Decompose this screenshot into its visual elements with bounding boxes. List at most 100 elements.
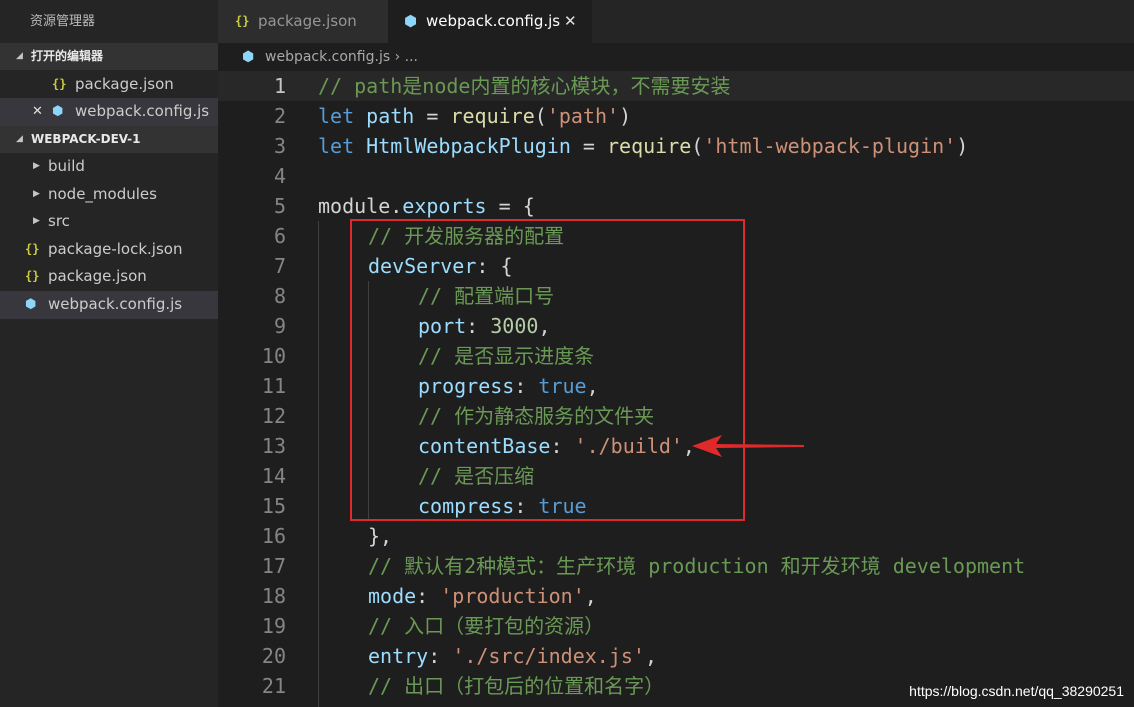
tree-item-package-lock-json[interactable]: {} package-lock.json xyxy=(0,236,218,264)
line-number: 2 xyxy=(273,104,286,128)
line-number: 7 xyxy=(273,254,286,278)
breadcrumb: ⬢ webpack.config.js › ... xyxy=(218,43,1134,71)
line-number: 17 xyxy=(261,554,286,578)
code-token: , xyxy=(584,584,597,608)
code-token: module. xyxy=(318,194,403,218)
chevron-down-icon: ◢ xyxy=(16,51,23,61)
code-token: let xyxy=(318,104,355,128)
tab-label: package.json xyxy=(258,12,357,30)
breadcrumb-path[interactable]: webpack.config.js › ... xyxy=(265,43,418,71)
code-text: }, xyxy=(368,521,392,551)
code-line[interactable]: 16}, xyxy=(218,521,1134,551)
code-token: path xyxy=(366,104,415,128)
code-text: // 入口（要打包的资源） xyxy=(368,611,604,641)
open-editor-package-json[interactable]: {} package.json xyxy=(0,71,218,99)
code-line[interactable]: 5 module.exports = { xyxy=(218,191,1134,221)
line-number: 1 xyxy=(273,74,286,98)
explorer-sidebar: 资源管理器 ◢ 打开的编辑器 {} package.json ✕ ⬢ webpa… xyxy=(0,0,218,707)
tab-bar: {} package.json ⬢ webpack.config.js ✕ xyxy=(218,0,1134,43)
code-token: 'path' xyxy=(546,104,620,128)
code-text: // 出口（打包后的位置和名字） xyxy=(368,671,664,701)
code-text: let path = require('path') xyxy=(318,101,631,131)
tab-webpack-config[interactable]: ⬢ webpack.config.js ✕ xyxy=(388,0,592,43)
code-token: = xyxy=(570,134,607,158)
tree-item-label: build xyxy=(48,157,85,175)
code-text: // path是node内置的核心模块，不需要安装 xyxy=(318,71,730,101)
line-number: 13 xyxy=(261,434,286,458)
code-token: let xyxy=(318,134,355,158)
close-icon[interactable]: ✕ xyxy=(32,98,43,126)
tree-item-label: package.json xyxy=(48,267,147,285)
code-line[interactable]: 1 // path是node内置的核心模块，不需要安装 xyxy=(218,71,1134,101)
open-editors-label: 打开的编辑器 xyxy=(31,49,104,63)
code-token: , xyxy=(644,644,658,668)
code-line[interactable]: 18 mode: 'production', xyxy=(218,581,1134,611)
line-number: 4 xyxy=(273,164,286,188)
tree-item-label: src xyxy=(48,212,70,230)
tree-item-node-modules[interactable]: ▶ node_modules xyxy=(0,181,218,209)
code-token: ) xyxy=(619,104,632,128)
code-text: module.exports = { xyxy=(318,191,535,221)
code-token: 'production' xyxy=(440,584,585,608)
webpack-file-icon: ⬢ xyxy=(52,104,64,119)
line-number: 18 xyxy=(261,584,286,608)
open-editor-webpack-config[interactable]: ✕ ⬢ webpack.config.js xyxy=(0,98,218,126)
code-line[interactable]: 20 entry: './src/index.js', xyxy=(218,641,1134,671)
code-token: ) xyxy=(956,134,969,158)
line-number: 10 xyxy=(261,344,286,368)
arrow-annotation xyxy=(692,435,804,457)
line-number: 3 xyxy=(273,134,286,158)
code-token: entry xyxy=(368,644,429,668)
code-token: = xyxy=(414,104,451,128)
chevron-right-icon: ▶ xyxy=(33,189,40,199)
line-number: 5 xyxy=(273,194,286,218)
line-number: 20 xyxy=(261,644,286,668)
tree-item-label: webpack.config.js xyxy=(48,295,183,313)
line-number: 9 xyxy=(273,314,286,338)
code-editor[interactable]: 1 // path是node内置的核心模块，不需要安装 2 let path = re… xyxy=(218,71,1134,707)
line-number: 19 xyxy=(261,614,286,638)
tree-item-build[interactable]: ▶ build xyxy=(0,153,218,181)
project-name: WEBPACK-DEV-1 xyxy=(31,132,141,146)
tree-item-webpack-config[interactable]: ⬢ webpack.config.js xyxy=(0,291,218,319)
open-editor-label: package.json xyxy=(75,75,174,93)
explorer-title: 资源管理器 xyxy=(30,14,96,29)
webpack-file-icon: ⬢ xyxy=(242,49,255,65)
json-file-icon: {} xyxy=(52,77,67,91)
chevron-down-icon: ◢ xyxy=(16,134,23,144)
line-number: 11 xyxy=(261,374,286,398)
tab-label: webpack.config.js xyxy=(426,12,561,30)
line-number: 15 xyxy=(261,494,286,518)
tree-item-label: node_modules xyxy=(48,185,157,203)
code-token: require xyxy=(607,134,692,158)
code-line[interactable]: 2 let path = require('path') xyxy=(218,101,1134,131)
code-token: : xyxy=(416,584,441,608)
code-token: : xyxy=(428,644,453,668)
chevron-right-icon: ▶ xyxy=(33,161,40,171)
code-text: mode: 'production', xyxy=(368,581,597,611)
code-line[interactable]: 3 let HtmlWebpackPlugin = require('html-w… xyxy=(218,131,1134,161)
code-line[interactable]: 19 // 入口（要打包的资源） xyxy=(218,611,1134,641)
code-token: 'html-webpack-plugin' xyxy=(703,134,957,158)
tree-item-package-json[interactable]: {} package.json xyxy=(0,263,218,291)
code-token: // path是node内置的核心模块，不需要安装 xyxy=(318,74,731,98)
json-file-icon: {} xyxy=(25,269,40,283)
tab-package-json[interactable]: {} package.json xyxy=(218,0,388,43)
code-token: ( xyxy=(691,134,704,158)
code-token: require xyxy=(450,104,535,128)
code-token: exports xyxy=(402,194,487,218)
line-number: 8 xyxy=(273,284,286,308)
tree-item-src[interactable]: ▶ src xyxy=(0,208,218,236)
open-editors-header[interactable]: ◢ 打开的编辑器 xyxy=(0,43,218,70)
code-token: './src/index.js' xyxy=(452,644,645,668)
highlight-box xyxy=(350,219,745,521)
code-token: ( xyxy=(534,104,547,128)
project-header[interactable]: ◢ WEBPACK-DEV-1 xyxy=(0,126,218,153)
json-file-icon: {} xyxy=(235,14,250,28)
code-line[interactable]: 4 xyxy=(218,161,1134,191)
code-text: entry: './src/index.js', xyxy=(368,641,657,671)
open-editor-label: webpack.config.js xyxy=(75,102,210,120)
close-icon[interactable]: ✕ xyxy=(564,0,577,43)
code-line[interactable]: 17 // 默认有2种模式：生产环境 production 和开发环境 devel… xyxy=(218,551,1134,581)
